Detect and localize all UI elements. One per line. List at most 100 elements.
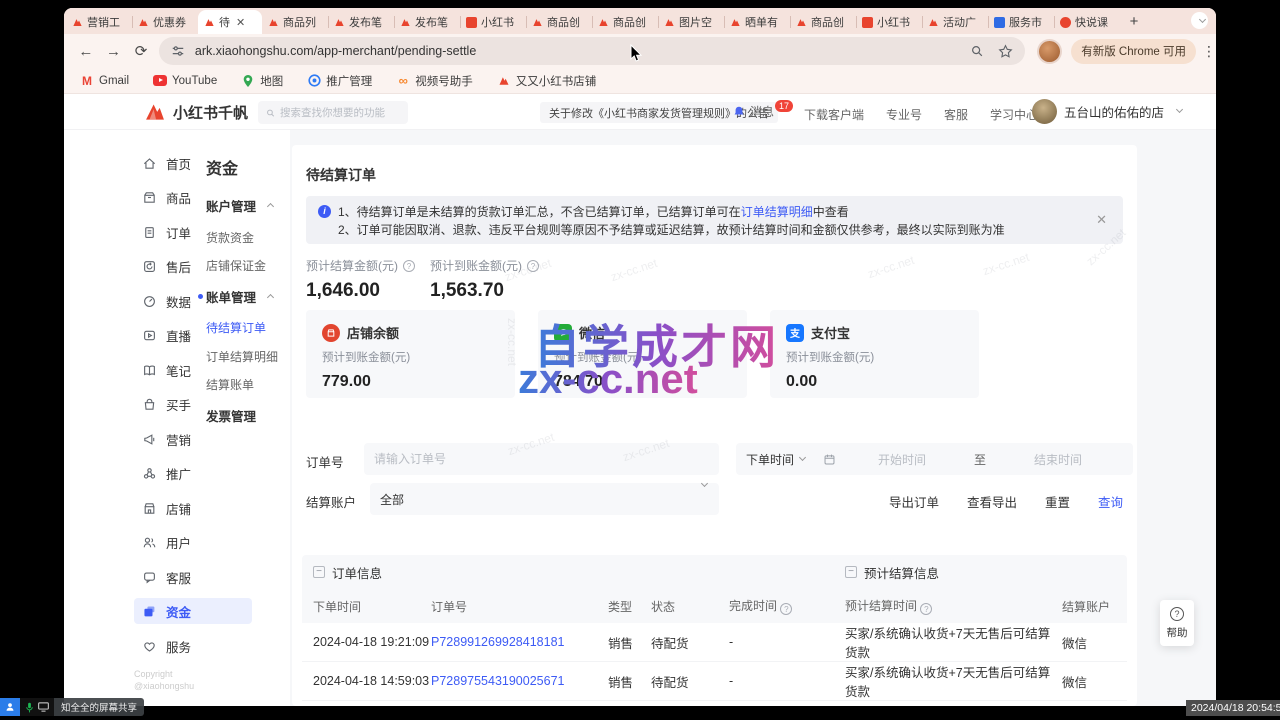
header-link-download[interactable]: 下载客户端 <box>804 106 864 123</box>
chevron-down-icon <box>1176 106 1183 113</box>
screen-share-bar[interactable]: 知全全的屏幕共享 <box>0 698 144 716</box>
blue-app-favicon-icon <box>994 17 1005 28</box>
browser-tab[interactable]: 商品创 <box>526 10 592 34</box>
browser-tab[interactable]: 快说课 <box>1054 10 1120 34</box>
browser-tab[interactable]: 商品列 <box>262 10 328 34</box>
store-switcher[interactable]: 五台山的佑佑的店 <box>1032 99 1182 124</box>
notification-dot <box>198 294 203 299</box>
tab-close-icon[interactable]: ✕ <box>236 16 245 29</box>
filter-row-1: 订单号 下单时间 开始时间 至 结束时间 <box>306 443 1123 475</box>
account-value: 784.70 <box>554 373 731 391</box>
chrome-update-button[interactable]: 有新版 Chrome 可用 <box>1071 39 1196 64</box>
forward-button[interactable]: → <box>100 43 128 60</box>
start-time-field[interactable]: 开始时间 <box>878 451 926 468</box>
url-bar[interactable]: ark.xiaohongshu.com/app-merchant/pending… <box>159 37 1026 65</box>
watermark-tile: zx-cc.net <box>866 253 916 281</box>
end-time-field[interactable]: 结束时间 <box>1034 451 1082 468</box>
bookmark-gmail[interactable]: MGmail <box>80 74 129 88</box>
xiaohongshu-favicon-icon <box>730 17 741 28</box>
browser-tab[interactable]: 小红书 <box>460 10 526 34</box>
browser-tab[interactable]: 晒单有 <box>724 10 790 34</box>
browser-tab[interactable]: 活动广 <box>922 10 988 34</box>
browser-tab[interactable]: 图片空 <box>658 10 724 34</box>
view-exports-button[interactable]: 查看导出 <box>967 492 1017 511</box>
settle-detail-link[interactable]: 订单结算明细 <box>741 205 813 219</box>
sidebar-item-promotion[interactable]: 推广 <box>134 460 252 486</box>
browser-menu-icon[interactable]: ⋮ <box>1202 43 1216 60</box>
settle-account-select[interactable]: 全部 <box>370 483 719 515</box>
app-search[interactable] <box>258 101 408 124</box>
account-label: 预计到账金额(元) <box>786 349 963 365</box>
bookmark-label: 地图 <box>260 73 283 89</box>
bookmark-channels-helper[interactable]: ∞视频号助手 <box>396 73 473 89</box>
channels-icon: ∞ <box>396 74 410 88</box>
collapse-icon[interactable]: − <box>313 566 325 578</box>
bookmark-youtube[interactable]: YouTube <box>153 74 217 88</box>
collapse-icon[interactable]: − <box>845 566 857 578</box>
submenu-group-invoice[interactable]: 发票管理 <box>206 406 256 425</box>
promotion-icon <box>307 74 321 88</box>
browser-tab[interactable]: 优惠券 <box>132 10 198 34</box>
browser-tab[interactable]: 小红书 <box>856 10 922 34</box>
export-orders-button[interactable]: 导出订单 <box>889 492 939 511</box>
col-order-no: 订单号 <box>431 598 608 615</box>
submenu-item-settle-bill[interactable]: 结算账单 <box>206 376 254 393</box>
account-value: 0.00 <box>786 373 963 391</box>
bookmark-label: 推广管理 <box>326 73 372 89</box>
browser-tab-active[interactable]: 待✕ <box>198 10 262 34</box>
bookmark-star-icon[interactable] <box>998 44 1013 59</box>
browser-tab[interactable]: 商品创 <box>592 10 658 34</box>
question-icon[interactable]: ? <box>920 603 932 615</box>
cell-order-no-link[interactable]: P728975543190025671 <box>431 674 608 688</box>
browser-tab[interactable]: 发布笔 <box>328 10 394 34</box>
sidebar-item-service[interactable]: 客服 <box>134 564 252 590</box>
bookmark-promotion[interactable]: 推广管理 <box>307 73 372 89</box>
submenu-group-bills[interactable]: 账单管理 <box>206 287 273 306</box>
question-icon[interactable]: ? <box>780 603 792 615</box>
browser-tab[interactable]: 服务市 <box>988 10 1054 34</box>
browser-tab[interactable]: 营销工 <box>66 10 132 34</box>
header-link-professional[interactable]: 专业号 <box>886 106 922 123</box>
search-lens-icon[interactable] <box>970 44 984 58</box>
submenu-item-settle-detail[interactable]: 订单结算明细 <box>206 348 278 365</box>
reset-button[interactable]: 重置 <box>1045 492 1070 511</box>
map-pin-icon <box>241 74 255 88</box>
question-icon[interactable]: ? <box>527 260 539 272</box>
sidebar-item-users[interactable]: 用户 <box>134 529 252 555</box>
sidebar-item-marketing[interactable]: 营销 <box>134 426 252 452</box>
tab-search-caret-button[interactable] <box>1191 12 1208 29</box>
sidebar-item-store[interactable]: 店铺 <box>134 495 252 521</box>
submenu-item-deposit[interactable]: 店铺保证金 <box>206 257 266 274</box>
tab-label: 商品创 <box>811 14 844 30</box>
new-tab-button[interactable]: + <box>1124 12 1144 32</box>
app-logo[interactable]: 小红书千帆 <box>144 101 248 123</box>
query-button[interactable]: 查询 <box>1098 492 1123 511</box>
browser-tab[interactable]: 商品创 <box>790 10 856 34</box>
header-link-support[interactable]: 客服 <box>944 106 968 123</box>
sidebar-item-services[interactable]: 服务 <box>134 633 252 659</box>
date-range-filter[interactable]: 下单时间 开始时间 至 结束时间 <box>736 443 1133 475</box>
help-button[interactable]: ? 帮助 <box>1160 600 1194 646</box>
messages-button[interactable]: 消息 17 <box>732 103 796 120</box>
submenu-item-payment-funds[interactable]: 货款资金 <box>206 229 254 246</box>
bookmark-maps[interactable]: 地图 <box>241 73 283 89</box>
cell-order-no-link[interactable]: P728991269928418181 <box>431 635 608 649</box>
browser-profile-avatar[interactable] <box>1037 39 1062 64</box>
browser-tab[interactable]: 发布笔 <box>394 10 460 34</box>
time-type-select[interactable]: 下单时间 <box>746 451 794 468</box>
question-icon[interactable]: ? <box>403 260 415 272</box>
order-no-input[interactable] <box>364 443 719 475</box>
submenu-group-account[interactable]: 账户管理 <box>206 196 273 215</box>
reload-button[interactable]: ⟳ <box>127 42 155 60</box>
back-button[interactable]: ← <box>72 43 100 60</box>
table-header: −订单信息 −预计结算信息 下单时间 订单号 类型 状态 完成时间 ? 预计结算… <box>302 555 1127 623</box>
submenu-item-pending-settle[interactable]: 待结算订单 <box>206 319 266 336</box>
header-link-learning[interactable]: 学习中心 <box>990 106 1038 123</box>
app-search-input[interactable] <box>280 107 400 119</box>
close-icon[interactable]: ✕ <box>1096 212 1107 228</box>
cell-order-time: 2024-04-18 19:21:09 <box>313 635 431 649</box>
bookmark-xiaohongshu-store[interactable]: 又又小红书店铺 <box>497 73 597 89</box>
cell-status: 待配货 <box>651 633 729 652</box>
site-settings-icon[interactable] <box>171 44 185 58</box>
sidebar-item-funds[interactable]: 资金 <box>134 598 252 624</box>
